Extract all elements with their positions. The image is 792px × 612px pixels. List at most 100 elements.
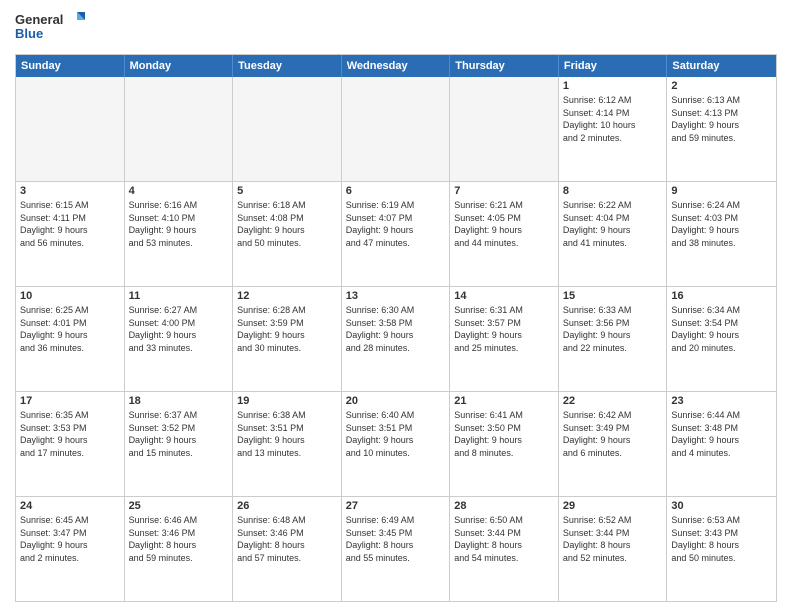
sunrise-text: Sunrise: 6:45 AM	[20, 514, 120, 527]
weekday-header-monday: Monday	[125, 55, 234, 77]
sunrise-text: Sunrise: 6:13 AM	[671, 94, 772, 107]
daylight-text: Daylight: 9 hours	[671, 119, 772, 132]
sunset-text: Sunset: 3:51 PM	[237, 422, 337, 435]
calendar-header: SundayMondayTuesdayWednesdayThursdayFrid…	[16, 55, 776, 77]
empty-cell	[16, 77, 125, 181]
day-cell-7: 7 Sunrise: 6:21 AM Sunset: 4:05 PM Dayli…	[450, 182, 559, 286]
daylight-text2: and 2 minutes.	[563, 132, 663, 145]
daylight-text2: and 55 minutes.	[346, 552, 446, 565]
day-number: 15	[563, 290, 663, 302]
daylight-text: Daylight: 9 hours	[129, 329, 229, 342]
day-cell-13: 13 Sunrise: 6:30 AM Sunset: 3:58 PM Dayl…	[342, 287, 451, 391]
day-cell-9: 9 Sunrise: 6:24 AM Sunset: 4:03 PM Dayli…	[667, 182, 776, 286]
sunset-text: Sunset: 4:05 PM	[454, 212, 554, 225]
empty-cell	[342, 77, 451, 181]
daylight-text: Daylight: 8 hours	[237, 539, 337, 552]
day-number: 4	[129, 185, 229, 197]
sunrise-text: Sunrise: 6:22 AM	[563, 199, 663, 212]
day-number: 29	[563, 500, 663, 512]
day-number: 10	[20, 290, 120, 302]
sunrise-text: Sunrise: 6:19 AM	[346, 199, 446, 212]
sunset-text: Sunset: 3:46 PM	[237, 527, 337, 540]
day-cell-30: 30 Sunrise: 6:53 AM Sunset: 3:43 PM Dayl…	[667, 497, 776, 601]
sunrise-text: Sunrise: 6:40 AM	[346, 409, 446, 422]
daylight-text2: and 28 minutes.	[346, 342, 446, 355]
daylight-text2: and 8 minutes.	[454, 447, 554, 460]
sunset-text: Sunset: 4:01 PM	[20, 317, 120, 330]
daylight-text2: and 33 minutes.	[129, 342, 229, 355]
daylight-text: Daylight: 9 hours	[129, 224, 229, 237]
daylight-text2: and 2 minutes.	[20, 552, 120, 565]
sunrise-text: Sunrise: 6:38 AM	[237, 409, 337, 422]
day-number: 28	[454, 500, 554, 512]
day-cell-18: 18 Sunrise: 6:37 AM Sunset: 3:52 PM Dayl…	[125, 392, 234, 496]
header: General Blue	[15, 10, 777, 46]
svg-text:Blue: Blue	[15, 26, 43, 41]
day-cell-16: 16 Sunrise: 6:34 AM Sunset: 3:54 PM Dayl…	[667, 287, 776, 391]
day-number: 26	[237, 500, 337, 512]
calendar: SundayMondayTuesdayWednesdayThursdayFrid…	[15, 54, 777, 602]
sunset-text: Sunset: 3:43 PM	[671, 527, 772, 540]
daylight-text2: and 56 minutes.	[20, 237, 120, 250]
sunset-text: Sunset: 3:48 PM	[671, 422, 772, 435]
sunset-text: Sunset: 3:46 PM	[129, 527, 229, 540]
day-cell-20: 20 Sunrise: 6:40 AM Sunset: 3:51 PM Dayl…	[342, 392, 451, 496]
daylight-text: Daylight: 9 hours	[563, 434, 663, 447]
sunrise-text: Sunrise: 6:53 AM	[671, 514, 772, 527]
day-number: 23	[671, 395, 772, 407]
sunset-text: Sunset: 4:04 PM	[563, 212, 663, 225]
week-row-3: 10 Sunrise: 6:25 AM Sunset: 4:01 PM Dayl…	[16, 286, 776, 391]
logo: General Blue	[15, 10, 85, 46]
day-number: 2	[671, 80, 772, 92]
sunrise-text: Sunrise: 6:24 AM	[671, 199, 772, 212]
daylight-text: Daylight: 9 hours	[454, 329, 554, 342]
sunrise-text: Sunrise: 6:48 AM	[237, 514, 337, 527]
day-number: 1	[563, 80, 663, 92]
daylight-text: Daylight: 8 hours	[671, 539, 772, 552]
daylight-text2: and 25 minutes.	[454, 342, 554, 355]
daylight-text: Daylight: 9 hours	[20, 434, 120, 447]
sunrise-text: Sunrise: 6:52 AM	[563, 514, 663, 527]
day-number: 17	[20, 395, 120, 407]
empty-cell	[125, 77, 234, 181]
sunset-text: Sunset: 4:08 PM	[237, 212, 337, 225]
daylight-text: Daylight: 9 hours	[20, 224, 120, 237]
daylight-text2: and 47 minutes.	[346, 237, 446, 250]
sunrise-text: Sunrise: 6:44 AM	[671, 409, 772, 422]
sunset-text: Sunset: 3:51 PM	[346, 422, 446, 435]
day-cell-15: 15 Sunrise: 6:33 AM Sunset: 3:56 PM Dayl…	[559, 287, 668, 391]
daylight-text: Daylight: 8 hours	[454, 539, 554, 552]
sunrise-text: Sunrise: 6:25 AM	[20, 304, 120, 317]
daylight-text2: and 22 minutes.	[563, 342, 663, 355]
logo-svg: General Blue	[15, 10, 85, 46]
daylight-text: Daylight: 9 hours	[671, 434, 772, 447]
day-number: 20	[346, 395, 446, 407]
daylight-text2: and 53 minutes.	[129, 237, 229, 250]
sunrise-text: Sunrise: 6:30 AM	[346, 304, 446, 317]
daylight-text: Daylight: 9 hours	[454, 224, 554, 237]
weekday-header-saturday: Saturday	[667, 55, 776, 77]
day-cell-24: 24 Sunrise: 6:45 AM Sunset: 3:47 PM Dayl…	[16, 497, 125, 601]
day-cell-6: 6 Sunrise: 6:19 AM Sunset: 4:07 PM Dayli…	[342, 182, 451, 286]
sunset-text: Sunset: 3:44 PM	[454, 527, 554, 540]
day-cell-21: 21 Sunrise: 6:41 AM Sunset: 3:50 PM Dayl…	[450, 392, 559, 496]
sunrise-text: Sunrise: 6:16 AM	[129, 199, 229, 212]
weekday-header-thursday: Thursday	[450, 55, 559, 77]
day-number: 14	[454, 290, 554, 302]
sunset-text: Sunset: 3:52 PM	[129, 422, 229, 435]
sunset-text: Sunset: 3:50 PM	[454, 422, 554, 435]
weekday-header-wednesday: Wednesday	[342, 55, 451, 77]
day-number: 9	[671, 185, 772, 197]
daylight-text2: and 36 minutes.	[20, 342, 120, 355]
day-number: 3	[20, 185, 120, 197]
day-cell-26: 26 Sunrise: 6:48 AM Sunset: 3:46 PM Dayl…	[233, 497, 342, 601]
week-row-4: 17 Sunrise: 6:35 AM Sunset: 3:53 PM Dayl…	[16, 391, 776, 496]
daylight-text2: and 57 minutes.	[237, 552, 337, 565]
day-number: 12	[237, 290, 337, 302]
daylight-text2: and 50 minutes.	[671, 552, 772, 565]
sunset-text: Sunset: 4:11 PM	[20, 212, 120, 225]
day-number: 25	[129, 500, 229, 512]
sunrise-text: Sunrise: 6:49 AM	[346, 514, 446, 527]
sunrise-text: Sunrise: 6:41 AM	[454, 409, 554, 422]
sunset-text: Sunset: 4:10 PM	[129, 212, 229, 225]
